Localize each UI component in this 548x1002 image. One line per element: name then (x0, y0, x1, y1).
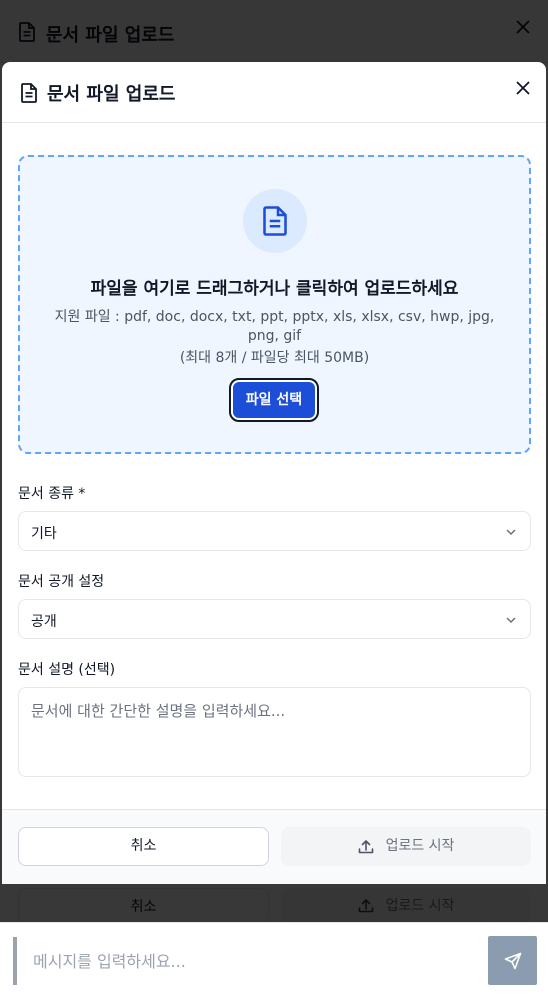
select-file-button[interactable]: 파일 선택 (229, 378, 319, 422)
modal-title: 문서 파일 업로드 (47, 84, 176, 105)
doc-type-select[interactable]: 기타 (18, 511, 531, 551)
send-icon (504, 952, 521, 969)
dropzone-title: 파일을 여기로 드래그하거나 클릭하여 업로드하세요 (90, 279, 459, 299)
start-upload-button[interactable]: 업로드 시작 (281, 827, 531, 866)
doc-type-label: 문서 종류 * (18, 486, 86, 502)
close-icon[interactable] (514, 79, 532, 97)
description-label: 문서 설명 (선택) (18, 662, 116, 678)
chevron-down-icon (506, 529, 516, 536)
start-upload-label: 업로드 시작 (385, 838, 455, 854)
visibility-label: 문서 공개 설정 (18, 574, 105, 590)
chevron-down-icon (506, 617, 516, 624)
document-icon (263, 206, 287, 236)
modal-header: 문서 파일 업로드 (2, 62, 546, 123)
file-size-limit: (최대 8개 / 파일당 최대 50MB) (179, 350, 370, 366)
document-icon (21, 83, 37, 103)
chat-input-bar (0, 922, 548, 1002)
upload-icon (358, 839, 373, 853)
dropzone-icon-circle (243, 189, 307, 253)
visibility-value: 공개 (31, 614, 57, 630)
modal-footer: 취소 업로드 시작 (2, 809, 546, 884)
cancel-button[interactable]: 취소 (18, 827, 269, 866)
visibility-select[interactable]: 공개 (18, 599, 531, 639)
doc-type-value: 기타 (31, 526, 57, 542)
supported-file-types: 지원 파일 : pdf, doc, docx, txt, ppt, pptx, … (54, 309, 495, 344)
message-input[interactable] (13, 937, 475, 985)
file-dropzone[interactable]: 파일을 여기로 드래그하거나 클릭하여 업로드하세요 지원 파일 : pdf, … (18, 155, 531, 454)
upload-modal: 문서 파일 업로드 파일을 여기로 드래그하거나 클릭하여 업로드하세요 지원 … (2, 62, 546, 884)
description-textarea[interactable] (18, 687, 531, 777)
send-button[interactable] (488, 936, 537, 985)
